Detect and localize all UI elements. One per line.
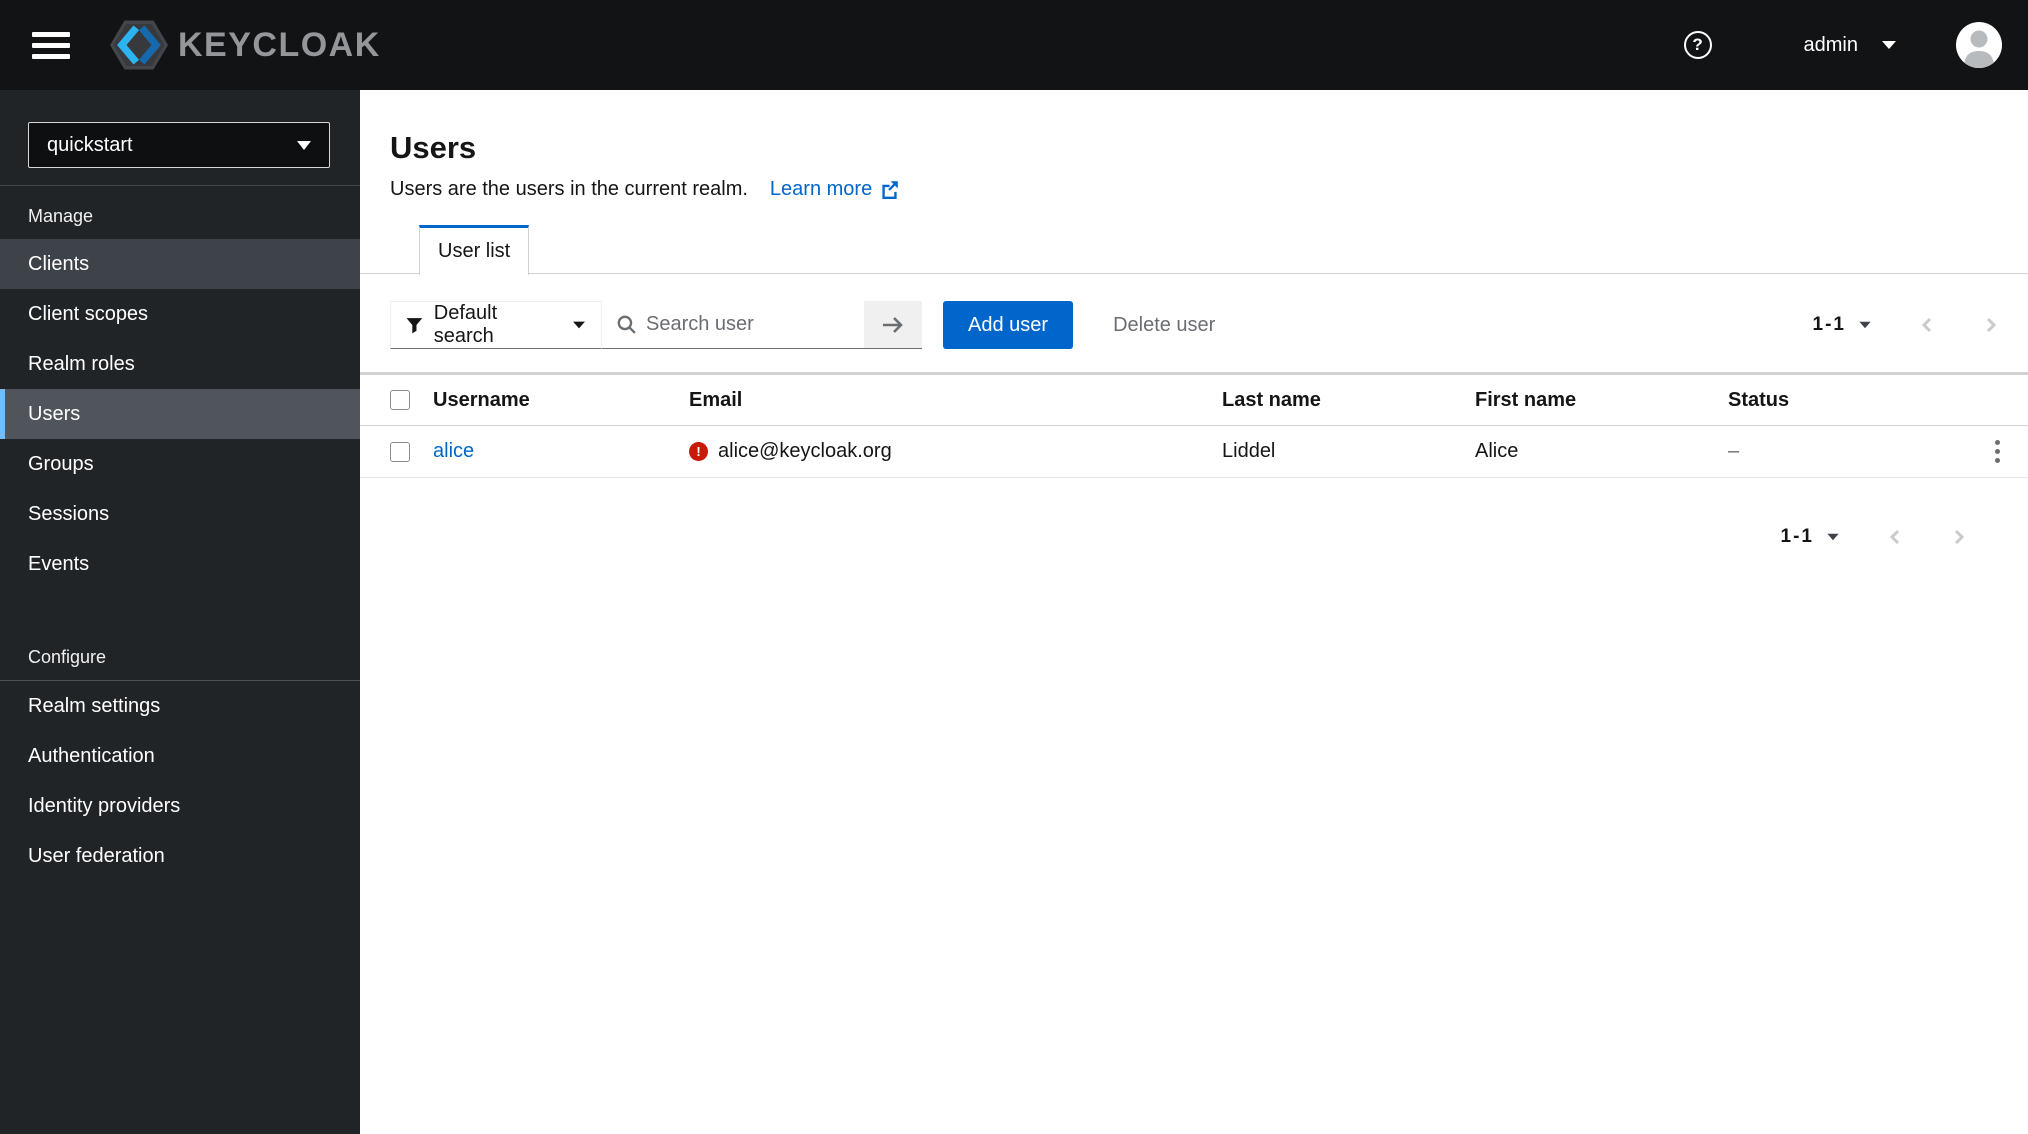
chevron-right-icon <box>1986 317 1997 333</box>
sidebar-item-client-scopes[interactable]: Client scopes <box>0 289 360 339</box>
chevron-left-icon <box>1921 317 1932 333</box>
realm-selector[interactable]: quickstart <box>28 122 330 168</box>
chevron-down-icon <box>573 321 585 329</box>
chevron-down-icon <box>1859 321 1871 329</box>
user-menu-label: admin <box>1803 33 1858 56</box>
tab-user-list[interactable]: User list <box>419 225 530 275</box>
pagination-range: 1-1 <box>1780 526 1814 547</box>
arrow-right-icon <box>883 316 903 333</box>
pagination-range: 1-1 <box>1812 314 1846 335</box>
learn-more-link[interactable]: Learn more <box>770 178 899 201</box>
search-submit-button[interactable] <box>864 301 922 349</box>
pagination-range-dropdown[interactable]: 1-1 <box>1781 526 1840 548</box>
username-link[interactable]: alice <box>433 440 689 463</box>
nav-group-title: Manage <box>28 206 94 226</box>
search-icon <box>617 315 636 334</box>
table-header-row: Username Email Last name First name Stat… <box>360 375 2028 426</box>
search-box <box>602 301 864 349</box>
pagination-top: 1-1 <box>1813 314 1998 336</box>
first-name-value: Alice <box>1475 440 1519 462</box>
masthead: KEYCLOAK ? admin <box>0 0 2028 90</box>
add-user-button[interactable]: Add user <box>943 301 1074 349</box>
user-menu[interactable]: admin <box>1804 34 1896 57</box>
delete-user-button[interactable]: Delete user <box>1113 314 1215 337</box>
column-header-last-name: Last name <box>1222 388 1321 411</box>
avatar[interactable] <box>1956 22 2002 68</box>
row-checkbox[interactable] <box>390 441 410 462</box>
column-header-username: Username <box>433 388 530 411</box>
last-name-value: Liddel <box>1222 440 1276 462</box>
sidebar-item-groups[interactable]: Groups <box>0 439 360 489</box>
sidebar-item-sessions[interactable]: Sessions <box>0 489 360 539</box>
chevron-down-icon <box>1882 41 1896 49</box>
status-value: – <box>1728 440 1740 462</box>
filter-icon <box>406 317 423 333</box>
row-kebab-menu-icon[interactable] <box>1991 436 2004 467</box>
nav-toggle-hamburger-icon[interactable] <box>32 31 70 59</box>
chevron-down-icon <box>297 140 311 150</box>
sidebar-item-user-federation[interactable]: User federation <box>0 831 360 881</box>
keycloak-logo[interactable]: KEYCLOAK <box>106 16 381 74</box>
sidebar-item-identity-providers[interactable]: Identity providers <box>0 781 360 831</box>
tab-bar: User list <box>360 225 2028 275</box>
page-subtitle: Users are the users in the current realm… <box>390 178 748 200</box>
column-header-status: Status <box>1728 388 1790 411</box>
main-content: Users Users are the users in the current… <box>360 90 2028 1134</box>
search-type-dropdown[interactable]: Default search <box>390 301 602 349</box>
sidebar-item-users[interactable]: Users <box>0 389 360 439</box>
pagination-next-button[interactable] <box>1951 528 1966 546</box>
chevron-right-icon <box>1954 529 1965 545</box>
search-input[interactable] <box>646 313 816 336</box>
external-link-icon <box>882 181 899 199</box>
column-header-first-name: First name <box>1475 388 1577 411</box>
nav-group-title: Configure <box>28 647 107 667</box>
toolbar: Default search Add user Delete user 1-1 <box>360 301 2028 349</box>
email-cell: ! alice@keycloak.org <box>689 440 1222 463</box>
email-warning-icon: ! <box>689 442 708 461</box>
sidebar-item-clients[interactable]: Clients <box>0 239 360 289</box>
column-header-email: Email <box>689 388 743 411</box>
sidebar-item-realm-settings[interactable]: Realm settings <box>0 681 360 731</box>
chevron-left-icon <box>1889 529 1900 545</box>
keycloak-logo-text: KEYCLOAK <box>178 25 381 64</box>
sidebar-item-authentication[interactable]: Authentication <box>0 731 360 781</box>
learn-more-label: Learn more <box>769 178 873 200</box>
email-value: alice@keycloak.org <box>718 440 892 462</box>
select-all-checkbox[interactable] <box>390 390 410 410</box>
page-title: Users <box>390 130 477 165</box>
sidebar-item-realm-roles[interactable]: Realm roles <box>0 339 360 389</box>
nav-group-configure: Configure Realm settings Authentication … <box>0 627 360 881</box>
sidebar-item-events[interactable]: Events <box>0 539 360 589</box>
table-row: alice ! alice@keycloak.org Liddel Alice … <box>360 426 2028 478</box>
help-icon[interactable]: ? <box>1683 31 1712 59</box>
nav-group-manage: Manage Clients Client scopes Realm roles… <box>0 186 360 589</box>
sidebar: quickstart Manage Clients Client scopes … <box>0 90 360 1134</box>
pagination-next-button[interactable] <box>1983 316 1998 334</box>
pagination-range-dropdown[interactable]: 1-1 <box>1813 314 1872 336</box>
chevron-down-icon <box>1827 533 1839 541</box>
pagination-prev-button[interactable] <box>1888 528 1903 546</box>
pagination-prev-button[interactable] <box>1920 316 1935 334</box>
pagination-bottom: 1-1 <box>360 526 2028 548</box>
keycloak-logo-icon <box>106 16 172 74</box>
avatar-person-icon <box>1964 30 1994 68</box>
realm-selector-value: quickstart <box>47 133 133 156</box>
search-type-label: Default search <box>433 302 498 347</box>
